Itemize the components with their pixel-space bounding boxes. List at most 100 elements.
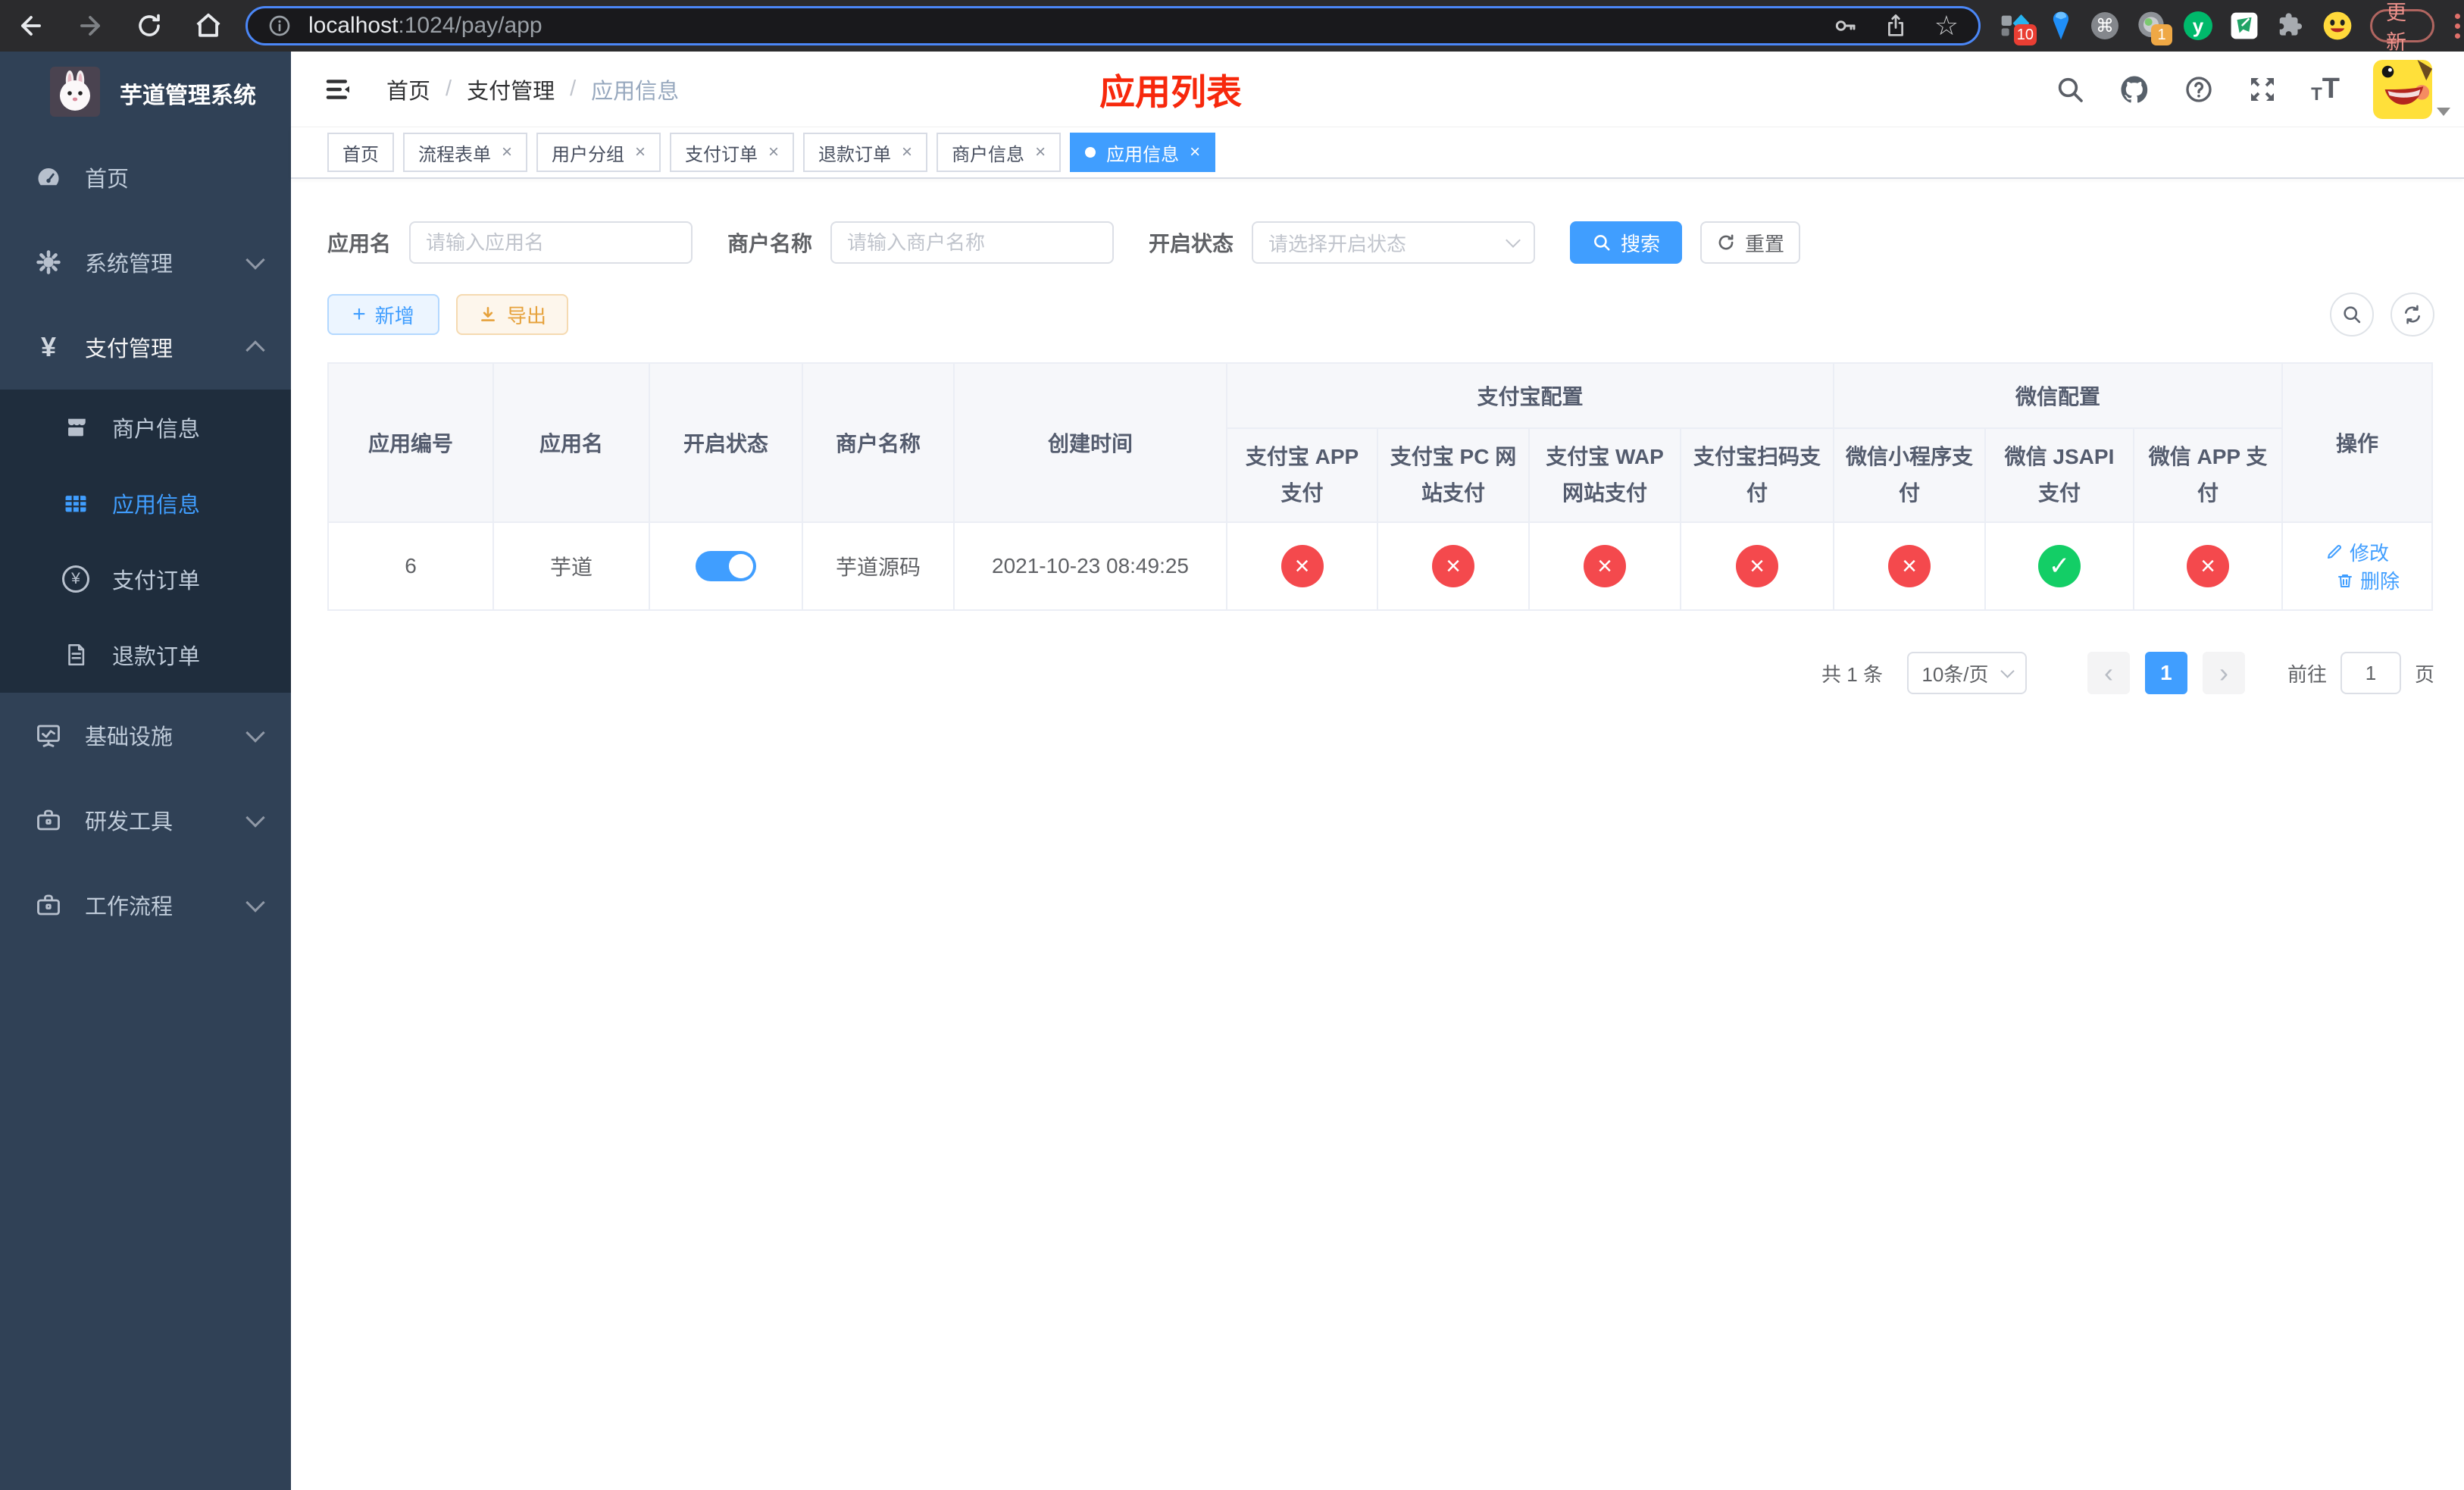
site-info-icon[interactable] — [267, 14, 292, 38]
sidebar-item-label: 支付订单 — [112, 569, 201, 593]
sidebar-item-payment[interactable]: ¥ 支付管理 — [0, 305, 291, 390]
breadcrumb: 首页 / 支付管理 / 应用信息 — [386, 74, 679, 105]
close-icon[interactable]: × — [1190, 143, 1200, 161]
extension-diamond-icon[interactable]: 10 — [2000, 11, 2037, 45]
bookmark-star-icon[interactable]: ☆ — [1934, 12, 1959, 39]
cell-alipay-qr: × — [1679, 521, 1835, 611]
prev-page-button[interactable]: ‹ — [2087, 652, 2130, 694]
help-icon[interactable] — [2184, 74, 2214, 105]
tab-app-info[interactable]: 应用信息 × — [1070, 133, 1216, 172]
extension-yuque-icon[interactable]: y — [2184, 11, 2212, 41]
tab-bar: 首页 流程表单 × 用户分组 × 支付订单 × 退款订单 × 商户信息 × 应用… — [291, 127, 2464, 179]
sidebar-item-refund-order[interactable]: 退款订单 — [0, 617, 291, 693]
font-size-icon[interactable]: TT — [2311, 73, 2340, 105]
screen: localhost:1024/pay/app ☆ 10 ⌘ 1 y 更新 芋道管… — [0, 0, 2464, 1490]
profile-avatar-icon[interactable] — [2322, 11, 2353, 41]
add-button[interactable]: + 新增 — [327, 294, 439, 335]
extensions-puzzle-icon[interactable] — [2276, 11, 2305, 41]
search-icon[interactable] — [2055, 74, 2085, 105]
sidebar-item-devtools[interactable]: 研发工具 — [0, 778, 291, 862]
table-toolbar: + 新增 导出 — [327, 293, 2434, 337]
edit-link[interactable]: 修改 — [2325, 538, 2389, 566]
close-icon[interactable]: × — [502, 143, 512, 161]
tab-user-group[interactable]: 用户分组 × — [536, 133, 661, 172]
delete-link[interactable]: 删除 — [2336, 566, 2400, 594]
sidebar-item-label: 基础设施 — [85, 725, 174, 750]
col-wechat-jsapi: 微信 JSAPI 支付 — [1984, 427, 2135, 523]
status-toggle[interactable] — [696, 551, 756, 581]
enabled-badge: ✓ — [2038, 545, 2081, 587]
sidebar-item-home[interactable]: 首页 — [0, 135, 291, 220]
merchant-name-input[interactable] — [830, 221, 1115, 264]
close-icon[interactable]: × — [635, 143, 646, 161]
search-button[interactable]: 搜索 — [1570, 221, 1683, 264]
sidebar-logo[interactable]: 芋道管理系统 — [0, 52, 291, 135]
close-icon[interactable]: × — [902, 143, 912, 161]
show-search-button[interactable] — [2330, 293, 2374, 337]
reload-icon[interactable] — [135, 11, 164, 40]
export-button[interactable]: 导出 — [456, 294, 568, 335]
page-size-select[interactable]: 10条/页 — [1906, 652, 2027, 694]
back-icon[interactable] — [17, 11, 45, 40]
breadcrumb-pay[interactable]: 支付管理 — [467, 74, 555, 105]
forward-icon[interactable] — [76, 11, 105, 40]
col-wechat-lite: 微信小程序支付 — [1833, 427, 1987, 523]
extension-proxy-icon[interactable]: 1 — [2136, 11, 2172, 45]
sidebar-item-system[interactable]: 系统管理 — [0, 220, 291, 305]
share-icon[interactable] — [1884, 14, 1907, 38]
tab-pay-order[interactable]: 支付订单 × — [670, 133, 795, 172]
app-name-input[interactable] — [409, 221, 693, 264]
navbar: 首页 / 支付管理 / 应用信息 应用列表 T T — [291, 52, 2464, 127]
col-actions: 操作 — [2281, 362, 2434, 523]
reset-button[interactable]: 重置 — [1700, 221, 1801, 264]
sidebar-item-infra[interactable]: 基础设施 — [0, 693, 291, 778]
tab-refund-order[interactable]: 退款订单 × — [803, 133, 928, 172]
address-bar[interactable]: localhost:1024/pay/app ☆ — [245, 6, 1981, 45]
sidebar-item-app-info[interactable]: 应用信息 — [0, 465, 291, 541]
search-icon — [1594, 235, 1610, 251]
sidebar-item-pay-order[interactable]: ¥ 支付订单 — [0, 541, 291, 617]
chevron-down-icon — [245, 808, 265, 828]
user-avatar[interactable] — [2373, 59, 2450, 119]
sidebar-collapse-icon[interactable] — [323, 74, 355, 105]
extension-chat-icon[interactable] — [2230, 11, 2259, 41]
close-icon[interactable]: × — [768, 143, 779, 161]
grid-icon — [59, 490, 92, 516]
table-row: 6 芋道 芋道源码 2021-10-23 08:49:25 × × × × × … — [327, 521, 2434, 611]
disabled-badge: × — [1280, 545, 1324, 587]
password-key-icon[interactable] — [1833, 14, 1857, 38]
cell-wechat-lite: × — [1833, 521, 1987, 611]
sidebar-item-workflow[interactable]: 工作流程 — [0, 862, 291, 947]
cell-status — [649, 521, 803, 611]
search-icon — [2344, 306, 2361, 324]
cell-create-time: 2021-10-23 08:49:25 — [953, 521, 1227, 611]
page-number-button[interactable]: 1 — [2144, 652, 2187, 694]
github-icon[interactable] — [2118, 74, 2150, 105]
tab-home[interactable]: 首页 — [327, 133, 394, 172]
close-icon[interactable]: × — [1035, 143, 1046, 161]
breadcrumb-home[interactable]: 首页 — [386, 74, 430, 105]
browser-menu-icon[interactable] — [2455, 13, 2460, 39]
sidebar-item-merchant-info[interactable]: 商户信息 — [0, 390, 291, 465]
sidebar-item-label: 应用信息 — [112, 493, 201, 518]
cell-alipay-pc: × — [1377, 521, 1530, 611]
tab-merchant-info[interactable]: 商户信息 × — [937, 133, 1062, 172]
tab-process-form[interactable]: 流程表单 × — [403, 133, 528, 172]
status-select[interactable]: 请选择开启状态 — [1252, 221, 1536, 264]
briefcase-icon — [30, 891, 67, 919]
next-page-button[interactable]: › — [2202, 652, 2245, 694]
home-icon[interactable] — [194, 11, 223, 40]
extension-cmd-icon[interactable]: ⌘ — [2091, 11, 2118, 41]
dashboard-icon — [30, 164, 67, 191]
breadcrumb-current: 应用信息 — [591, 79, 680, 104]
extension-balloon-icon[interactable] — [2048, 11, 2074, 41]
filter-form: 应用名 商户名称 开启状态 请选择开启状态 搜索 重置 — [327, 221, 2434, 264]
edit-pencil-icon — [2328, 544, 2342, 559]
col-status: 开启状态 — [649, 362, 803, 523]
goto-page-input[interactable] — [2340, 652, 2401, 694]
refresh-table-button[interactable] — [2391, 293, 2434, 337]
sidebar-item-label: 支付管理 — [85, 337, 174, 362]
fullscreen-icon[interactable] — [2247, 74, 2278, 105]
trash-icon — [2338, 574, 2353, 587]
browser-update-button[interactable]: 更新 — [2370, 2, 2434, 54]
